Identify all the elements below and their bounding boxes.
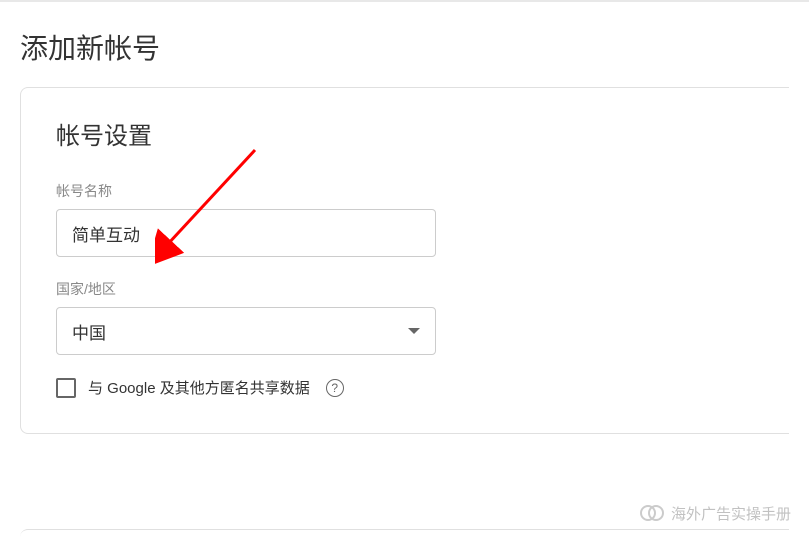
anon-share-row: 与 Google 及其他方匿名共享数据 ? bbox=[56, 377, 754, 398]
next-card-edge bbox=[20, 529, 789, 539]
account-name-input[interactable] bbox=[56, 209, 436, 257]
wechat-icon bbox=[640, 502, 666, 524]
watermark-text: 海外广告实操手册 bbox=[671, 503, 791, 524]
help-icon[interactable]: ? bbox=[326, 379, 344, 397]
page-title: 添加新帐号 bbox=[0, 2, 809, 87]
country-group: 国家/地区 中国 bbox=[56, 279, 754, 355]
account-name-label: 帐号名称 bbox=[56, 181, 754, 201]
watermark: 海外广告实操手册 bbox=[640, 502, 791, 524]
card-title: 帐号设置 bbox=[56, 116, 754, 151]
anon-share-checkbox[interactable] bbox=[56, 378, 76, 398]
chevron-down-icon bbox=[408, 328, 420, 334]
country-select-value: 中国 bbox=[72, 319, 106, 344]
account-settings-card: 帐号设置 帐号名称 国家/地区 中国 与 Google 及其他方匿名共享数据 ? bbox=[20, 87, 789, 434]
country-label: 国家/地区 bbox=[56, 279, 754, 299]
country-select[interactable]: 中国 bbox=[56, 307, 436, 355]
anon-share-label: 与 Google 及其他方匿名共享数据 bbox=[88, 377, 310, 398]
account-name-group: 帐号名称 bbox=[56, 181, 754, 257]
